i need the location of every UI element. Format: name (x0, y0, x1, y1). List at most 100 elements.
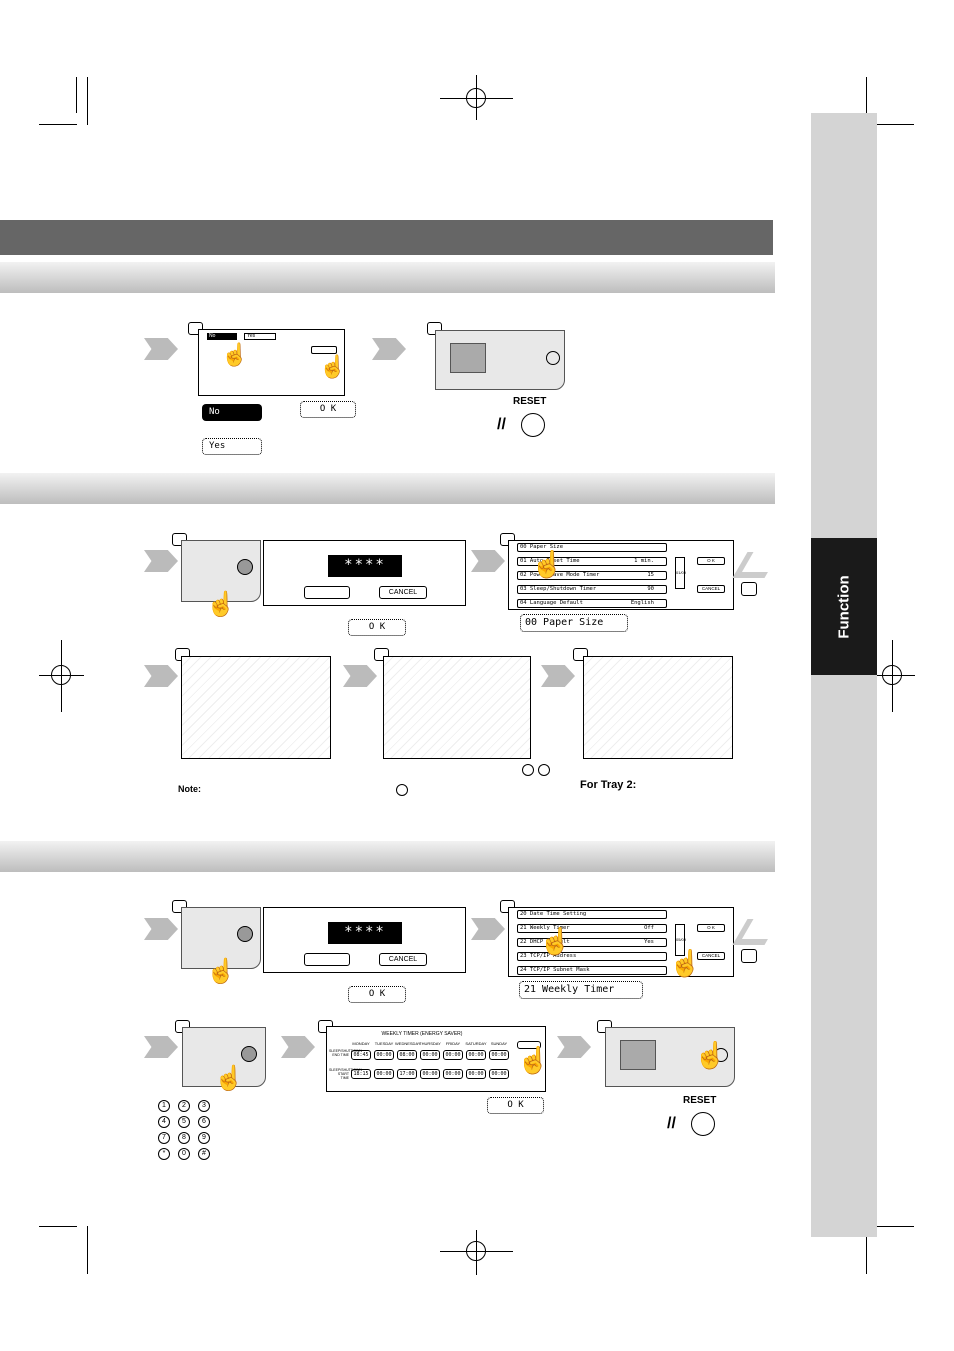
keypad-key: 6 (198, 1116, 210, 1128)
yes-button[interactable]: Yes (202, 438, 262, 455)
start-key (237, 926, 253, 942)
no-yes-screen: No Yes ☝ ☝ (198, 329, 347, 396)
side-tab-strip (811, 113, 877, 1237)
setting-row[interactable]: 04 Language Default (520, 600, 583, 606)
setting-row[interactable]: 03 Sleep/Shutdown Timer (520, 586, 596, 592)
end-time-cell[interactable]: 00:00 (420, 1050, 440, 1060)
hand-pointer-icon: ☝ (517, 1045, 550, 1075)
keypad-key: 7 (158, 1132, 170, 1144)
reset-label: RESET (513, 396, 547, 407)
selected-setting-label: 21 Weekly Timer (519, 981, 643, 999)
start-key (237, 559, 253, 575)
setting-row[interactable]: 24 TCP/IP Subnet Mask (520, 967, 590, 973)
end-time-cell[interactable]: 00:00 (443, 1050, 463, 1060)
setting-row[interactable]: 20 Date Time Setting (520, 911, 586, 917)
crop-mark (39, 124, 77, 125)
hand-pointer-icon: ☝ (206, 958, 236, 985)
crop-mark (39, 1226, 77, 1227)
paper-guide-image (383, 656, 531, 759)
mini-cancel: CANCEL (379, 586, 427, 599)
day-label: THURSDAY (419, 1041, 441, 1046)
hand-pointer-icon: ☝ (539, 926, 572, 956)
step-arrow (144, 550, 178, 572)
day-label: SATURDAY (465, 1041, 487, 1046)
step-arrow (557, 1036, 591, 1058)
crop-mark (476, 75, 477, 120)
mini-ok (311, 346, 337, 354)
end-time-cell[interactable]: 00:00 (466, 1050, 486, 1060)
ok-button[interactable]: O K (348, 986, 406, 1003)
setting-value: Off (644, 925, 654, 931)
panel-display (620, 1040, 656, 1070)
keypad-key: 3 (198, 1100, 210, 1112)
setting-value: 1 min. (634, 558, 654, 564)
hand-pointer-icon: ☝ (214, 1065, 244, 1092)
start-time-cell[interactable]: 00:00 (420, 1069, 440, 1079)
circle-marker (522, 764, 534, 776)
hand-pointer-icon: ☝ (694, 1040, 727, 1070)
crop-mark (892, 640, 893, 712)
end-time-label: SLEEP/SHUTDOWN END TIME (329, 1049, 362, 1057)
step-arrow (372, 338, 406, 360)
step-number-box (741, 949, 757, 963)
step-number-box (741, 582, 757, 596)
step-arrow (281, 1036, 315, 1058)
ok-button[interactable]: O K (487, 1097, 544, 1114)
day-label: FRIDAY (445, 1041, 461, 1046)
reset-key-icon[interactable] (691, 1112, 715, 1136)
selected-setting-label: 00 Paper Size (520, 614, 628, 632)
start-time-cell[interactable]: 17:00 (397, 1069, 417, 1079)
keypad-key: 8 (178, 1132, 190, 1144)
crop-mark (61, 640, 62, 712)
reset-key-icon[interactable] (521, 413, 545, 437)
ok-button[interactable]: O K (348, 619, 406, 636)
start-time-cell[interactable]: 00:00 (443, 1069, 463, 1079)
start-time-cell[interactable]: 18:15 (351, 1069, 371, 1079)
password-field[interactable]: **** (328, 922, 402, 944)
return-arrow-icon (732, 919, 780, 945)
keypad-key: 0 (178, 1148, 190, 1160)
end-time-cell[interactable]: 08:00 (397, 1050, 417, 1060)
setting-value: 15 (647, 572, 654, 578)
keypad-key: 5 (178, 1116, 190, 1128)
settings-screen: 00 Paper Size 01 Auto Reset Time 1 min. 0… (508, 540, 734, 610)
start-time-label: SLEEP/SHUTDOWN START TIME (329, 1068, 362, 1080)
reset-label: RESET (683, 1095, 717, 1106)
setting-value: 90 (647, 586, 654, 592)
crop-mark (87, 77, 88, 125)
function-tab: Function (811, 538, 877, 675)
mini-ok (304, 586, 350, 599)
start-key (241, 1046, 257, 1062)
start-time-cell[interactable]: 00:00 (374, 1069, 394, 1079)
keypad-key: 9 (198, 1132, 210, 1144)
crop-mark (877, 124, 914, 125)
step-arrow (343, 665, 377, 687)
keypad-key: # (198, 1148, 210, 1160)
password-field[interactable]: **** (328, 555, 402, 577)
step-arrow (144, 1036, 178, 1058)
end-time-cell[interactable]: 00:00 (489, 1050, 509, 1060)
password-screen: **** CANCEL (263, 540, 466, 606)
reset-slash-icon: // (667, 1115, 676, 1132)
ok-button[interactable]: O K (300, 401, 356, 418)
hand-pointer-icon: ☝ (319, 354, 347, 379)
step-arrow (471, 918, 505, 940)
step-arrow (471, 550, 505, 572)
start-time-cell[interactable]: 00:00 (489, 1069, 509, 1079)
hand-pointer-icon: ☝ (206, 591, 236, 618)
day-label: TUESDAY (374, 1041, 394, 1046)
step-arrow (144, 918, 178, 940)
end-time-cell[interactable]: 08:45 (351, 1050, 371, 1060)
end-time-cell[interactable]: 00:00 (374, 1050, 394, 1060)
section-bar-1 (0, 262, 775, 293)
header-bar (0, 220, 773, 255)
keypad-key: 4 (158, 1116, 170, 1128)
mini-cancel: CANCEL (697, 585, 725, 593)
crop-mark (87, 1226, 88, 1274)
mini-no: No (207, 333, 237, 340)
function-tab-label: Function (835, 574, 853, 639)
start-time-cell[interactable]: 00:00 (466, 1069, 486, 1079)
no-button[interactable]: No (202, 404, 262, 421)
keypad-key: 1 (158, 1100, 170, 1112)
crop-mark (476, 1230, 477, 1275)
